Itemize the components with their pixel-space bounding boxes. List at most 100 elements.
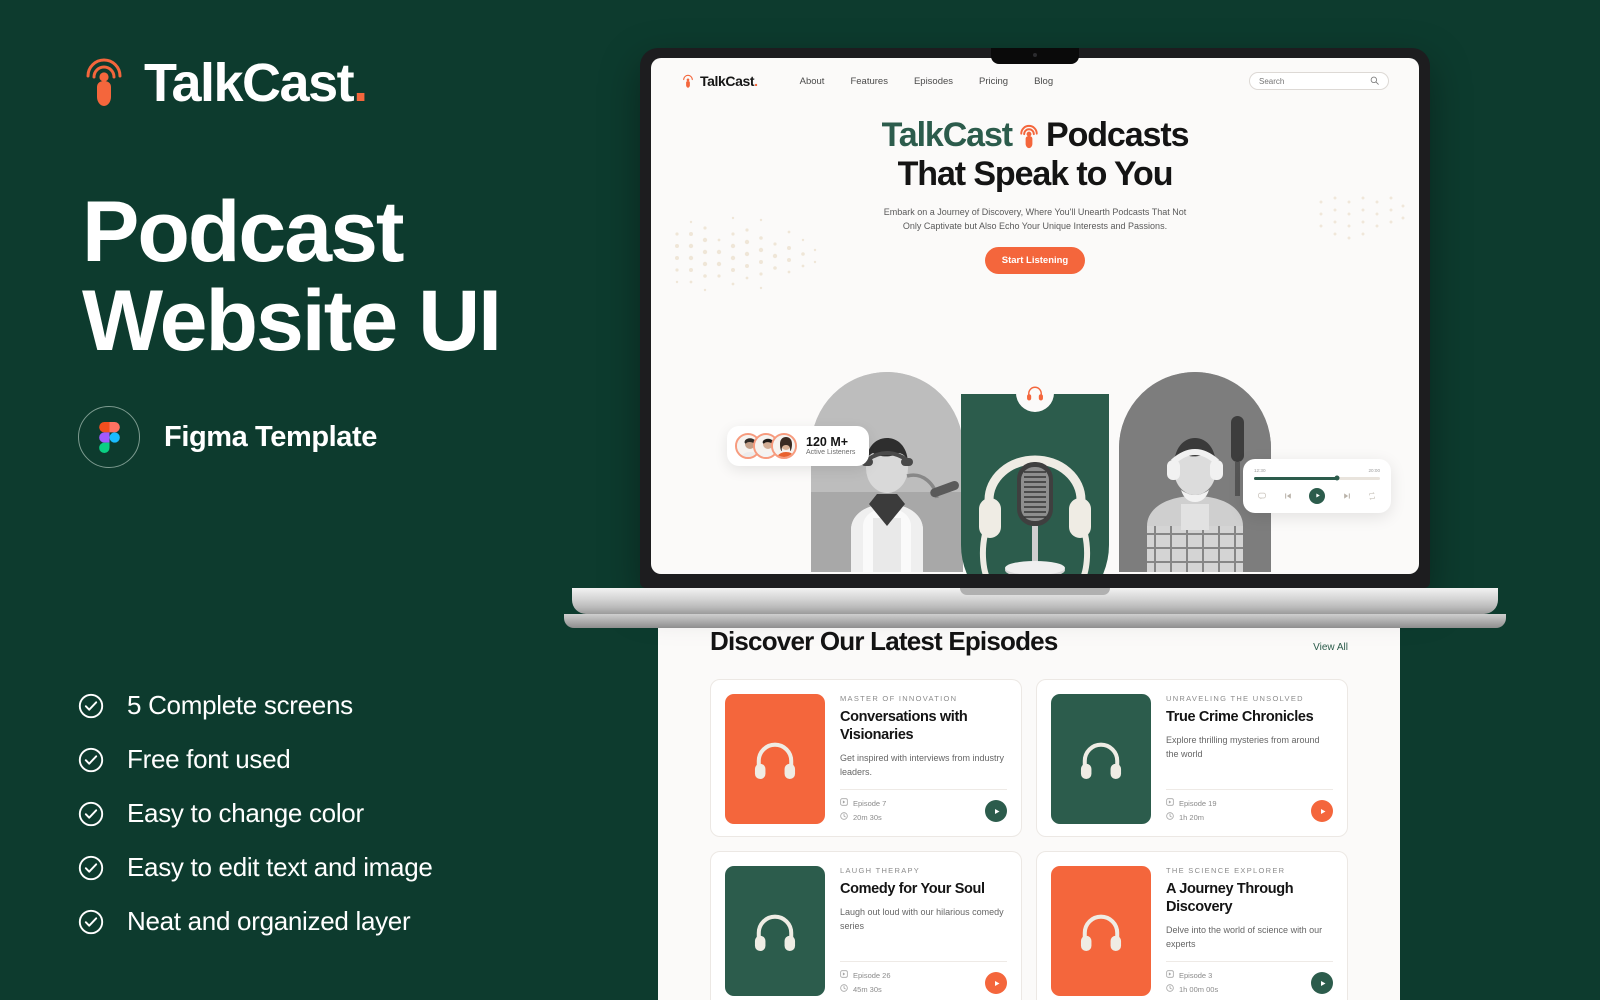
avatar: [771, 433, 797, 459]
episode-body: LAUGH THERAPY Comedy for Your Soul Laugh…: [840, 866, 1007, 994]
episode-duration-row: 1h 00m 00s: [1166, 984, 1218, 994]
view-all-link[interactable]: View All: [1313, 642, 1348, 653]
episode-description: Laugh out loud with our hilarious comedy…: [840, 907, 1004, 931]
nav-link-features[interactable]: Features: [850, 76, 888, 87]
search-box[interactable]: [1249, 72, 1389, 90]
episode-meta: Episode 26 45m 30s: [840, 970, 891, 994]
episode-number-row: Episode 7: [840, 798, 886, 808]
play-button[interactable]: [985, 972, 1007, 994]
episode-body: THE SCIENCE EXPLORER A Journey Through D…: [1166, 866, 1333, 994]
figma-template-label: Figma Template: [164, 420, 378, 453]
play-button[interactable]: [1309, 487, 1325, 504]
episode-duration-row: 20m 30s: [840, 812, 886, 822]
player-progress-fill: [1254, 477, 1338, 480]
site-navbar: TalkCast. About Features Episodes Pricin…: [651, 58, 1419, 104]
episode-card[interactable]: MASTER OF INNOVATION Conversations with …: [710, 679, 1022, 837]
promo-panel: TalkCast. Podcast Website UI Figma Templ…: [0, 0, 620, 1000]
episode-number: Episode 7: [853, 798, 887, 808]
figma-icon: [78, 406, 140, 468]
clock-icon: [1166, 984, 1174, 994]
episode-thumbnail: [1051, 694, 1151, 824]
podcast-mic-logo-icon: [78, 52, 130, 114]
episode-thumbnail: [1051, 866, 1151, 996]
episode-footer: Episode 3 1h 00m 00s: [1166, 961, 1333, 994]
laptop-mockup: TalkCast. About Features Episodes Pricin…: [564, 48, 1506, 628]
episode-card[interactable]: LAUGH THERAPY Comedy for Your Soul Laugh…: [710, 851, 1022, 1000]
hero-heading-brand: TalkCast: [881, 116, 1014, 154]
nav-links: About Features Episodes Pricing Blog: [800, 76, 1053, 87]
episode-kicker: LAUGH THERAPY: [840, 866, 921, 875]
list-item: 5 Complete screens: [78, 690, 433, 721]
brand-lockup: TalkCast.: [78, 52, 368, 114]
nav-link-pricing[interactable]: Pricing: [979, 76, 1008, 87]
episode-title: A Journey Through Discovery: [1166, 881, 1294, 916]
episode-badge-icon: [840, 798, 848, 808]
player-timestamps: 12:30 20:00: [1254, 468, 1380, 473]
episode-duration: 1h 00m 00s: [1179, 984, 1219, 994]
nav-link-episodes[interactable]: Episodes: [914, 76, 953, 87]
episode-badge-icon: [1166, 798, 1174, 808]
episode-kicker: MASTER OF INNOVATION: [840, 694, 958, 703]
play-button[interactable]: [1311, 800, 1333, 822]
feature-list: 5 Complete screens Free font used Easy t…: [78, 690, 433, 937]
episodes-section-title: Discover Our Latest Episodes: [710, 626, 1058, 656]
episode-title: True Crime Chronicles: [1166, 709, 1314, 725]
hero-heading-line2: That Speak to You: [897, 154, 1174, 193]
list-item: Free font used: [78, 744, 433, 775]
page-title: Podcast Website UI: [82, 187, 602, 370]
episode-description: Delve into the world of science with our…: [1166, 925, 1323, 949]
laptop-foot: [564, 614, 1506, 628]
episode-duration-row: 45m 30s: [840, 984, 891, 994]
episode-title: Conversations with Visionaries: [840, 709, 968, 744]
play-button[interactable]: [985, 800, 1007, 822]
episode-kicker: THE SCIENCE EXPLORER: [1166, 866, 1286, 875]
start-listening-button[interactable]: Start Listening: [984, 247, 1086, 275]
previous-track-icon[interactable]: [1284, 487, 1292, 505]
player-controls: [1254, 487, 1380, 505]
hero-section: TalkCast Podcasts That Speak to You Emba…: [651, 104, 1419, 574]
episode-body: UNRAVELING THE UNSOLVED True Crime Chron…: [1166, 694, 1333, 822]
episode-number: Episode 3: [1179, 970, 1213, 980]
comment-icon[interactable]: [1258, 487, 1266, 505]
episode-badge-icon: [1166, 970, 1174, 980]
search-icon[interactable]: [1370, 72, 1379, 90]
nav-link-blog[interactable]: Blog: [1034, 76, 1053, 87]
player-progress-track[interactable]: [1254, 475, 1380, 481]
episode-card[interactable]: UNRAVELING THE UNSOLVED True Crime Chron…: [1036, 679, 1348, 837]
nav-logo-text: TalkCast.: [700, 73, 758, 89]
audio-player[interactable]: 12:30 20:00: [1243, 459, 1391, 513]
listeners-text: 120 M+ Active Listeners: [806, 435, 855, 457]
episode-title: Comedy for Your Soul: [840, 881, 985, 897]
episode-number-row: Episode 3: [1166, 970, 1218, 980]
feature-label: Easy to edit text and image: [127, 852, 433, 882]
play-button[interactable]: [1311, 972, 1333, 994]
camera-icon: [1033, 53, 1037, 57]
feature-label: Easy to change color: [127, 798, 364, 828]
episode-duration: 45m 30s: [853, 984, 882, 994]
player-progress-handle[interactable]: [1334, 475, 1340, 481]
hero-center-panel: [961, 394, 1109, 574]
clock-icon: [1166, 812, 1174, 822]
headline-line-2: Website UI: [82, 273, 502, 370]
episode-meta: Episode 19 1h 20m: [1166, 798, 1217, 822]
nav-link-about[interactable]: About: [800, 76, 825, 87]
episode-thumbnail: [725, 866, 825, 996]
dot-pattern-right-decoration: [1319, 196, 1405, 240]
episode-duration-row: 1h 20m: [1166, 812, 1217, 822]
episode-meta: Episode 7 20m 30s: [840, 798, 886, 822]
episode-number-row: Episode 26: [840, 970, 891, 980]
podcast-mic-logo-icon: [681, 73, 695, 90]
nav-logo[interactable]: TalkCast.: [681, 73, 758, 90]
episode-card[interactable]: THE SCIENCE EXPLORER A Journey Through D…: [1036, 851, 1348, 1000]
laptop-base: [572, 588, 1498, 614]
next-track-icon[interactable]: [1343, 487, 1351, 505]
search-input[interactable]: [1259, 76, 1364, 86]
episode-kicker: UNRAVELING THE UNSOLVED: [1166, 694, 1304, 703]
repeat-icon[interactable]: [1368, 487, 1376, 505]
check-circle-icon: [78, 693, 104, 719]
list-item: Easy to edit text and image: [78, 852, 433, 883]
hero-heading-rest: Podcasts: [1046, 116, 1189, 154]
hero-heading: TalkCast Podcasts That Speak to You: [651, 104, 1419, 194]
episodes-section: Discover Our Latest Episodes View All MA…: [658, 600, 1400, 1000]
laptop-notch: [991, 48, 1079, 64]
